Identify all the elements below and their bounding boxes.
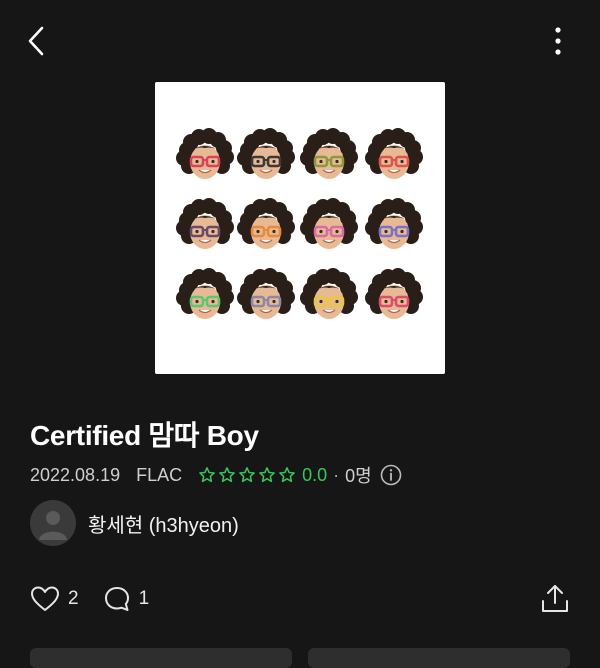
- file-format: FLAC: [136, 464, 183, 485]
- action-row: 2 1: [30, 583, 173, 615]
- memoji-face: [176, 128, 234, 179]
- memoji-face: [176, 198, 234, 249]
- star-icon[interactable]: [238, 466, 256, 484]
- memoji-face: [365, 268, 423, 319]
- share-icon: [542, 585, 568, 612]
- memoji-face: [300, 198, 358, 249]
- memoji-face: [237, 198, 295, 249]
- user-silhouette-icon: [39, 511, 67, 540]
- star-icon[interactable]: [278, 466, 296, 484]
- separator-dot: ·: [333, 464, 340, 485]
- bottom-button-right[interactable]: [308, 648, 570, 668]
- chevron-left-icon: [28, 26, 44, 56]
- top-bar: [0, 0, 600, 82]
- like-button[interactable]: 2: [30, 585, 79, 613]
- rating-count: 0명: [345, 466, 372, 486]
- artist-row[interactable]: 황세현 (h3hyeon): [30, 500, 239, 546]
- album-cover[interactable]: [155, 82, 445, 374]
- avatar: [30, 500, 76, 546]
- more-vertical-icon: [555, 27, 561, 55]
- like-count: 2: [68, 588, 79, 609]
- heart-icon: [31, 586, 59, 611]
- memoji-face: [176, 268, 234, 319]
- memoji-face: [365, 128, 423, 179]
- album-title: Certified 맘따 Boy: [30, 420, 259, 451]
- memoji-face: [237, 268, 295, 319]
- star-icon[interactable]: [258, 466, 276, 484]
- memoji-face: [300, 268, 358, 319]
- comment-icon: [104, 587, 129, 611]
- album-meta-row: 2022.08.19 FLAC 0.0 · 0명: [30, 462, 402, 488]
- rating-value: 0.0: [302, 464, 328, 485]
- rating-info-button[interactable]: [380, 464, 402, 486]
- album-cover-art: [176, 128, 423, 319]
- info-icon: [380, 464, 402, 486]
- share-button[interactable]: [538, 582, 572, 616]
- rating-stars[interactable]: [198, 466, 298, 484]
- memoji-face: [300, 128, 358, 179]
- artist-name: 황세현 (h3hyeon): [88, 514, 239, 537]
- back-button[interactable]: [22, 24, 54, 58]
- comment-button[interactable]: 1: [103, 585, 150, 613]
- release-date: 2022.08.19: [30, 464, 121, 485]
- star-icon[interactable]: [218, 466, 236, 484]
- memoji-face: [365, 198, 423, 249]
- memoji-face: [237, 128, 295, 179]
- star-icon[interactable]: [198, 466, 216, 484]
- more-options-button[interactable]: [544, 24, 572, 58]
- comment-count: 1: [138, 588, 150, 609]
- bottom-button-left[interactable]: [30, 648, 292, 668]
